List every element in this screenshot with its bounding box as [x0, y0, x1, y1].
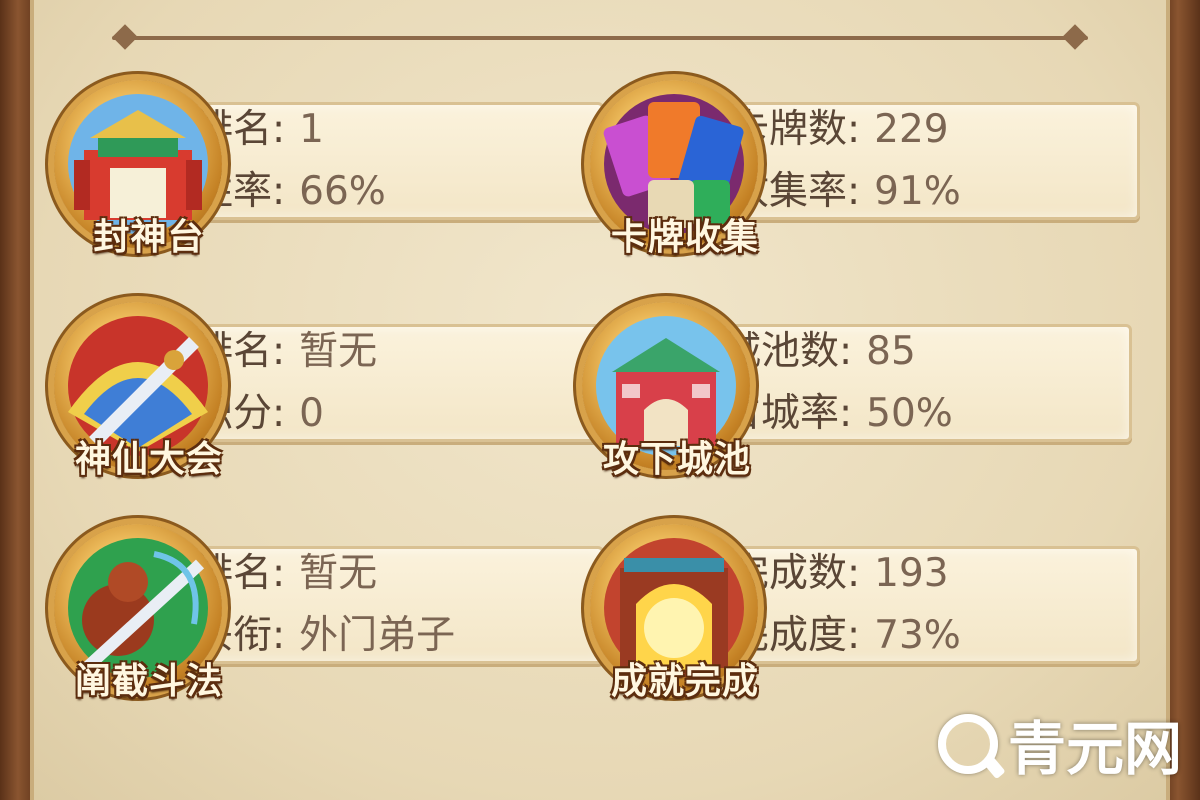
stat-value: 66%	[299, 169, 386, 214]
card-conquer-cities[interactable]: 城池数: 85 占城率: 50% 攻下城池	[582, 302, 1132, 480]
stat-value: 外门弟子	[299, 613, 456, 658]
stat-row-1: 完成数: 193	[730, 542, 949, 598]
stat-value: 50%	[866, 391, 953, 436]
card-chanjie-doufa[interactable]: 排名: 暂无 头衔: 外门弟子 阐截斗法	[54, 524, 604, 702]
stat-value: 229	[874, 107, 949, 152]
stat-value: 193	[874, 551, 949, 596]
card-fengshentai[interactable]: 排名: 1 胜率: 66% 封神台	[54, 80, 604, 258]
stat-value: 85	[866, 329, 916, 374]
card-title: 封神台	[93, 216, 205, 258]
card-title: 成就完成	[610, 660, 759, 702]
card-title: 神仙大会	[74, 438, 223, 480]
stat-value: 73%	[874, 613, 961, 658]
search-q-icon	[937, 714, 998, 774]
stat-value: 91%	[874, 169, 961, 214]
stat-value: 0	[299, 391, 324, 436]
stat-value: 1	[299, 107, 324, 152]
stat-value: 暂无	[299, 551, 378, 596]
top-divider	[112, 36, 1088, 40]
stat-value: 暂无	[299, 329, 378, 374]
stat-row-1: 城池数: 85	[722, 320, 916, 376]
watermark-text: 青元网	[1007, 715, 1182, 783]
divider-ornament-left	[112, 24, 138, 50]
card-achievements[interactable]: 完成数: 193 完成度: 73% 成就完成	[590, 524, 1140, 702]
card-title: 攻下城池	[602, 438, 751, 480]
watermark: 青元网	[937, 702, 1182, 786]
card-shenxian-dahui[interactable]: 排名: 暂无 积分: 0 神仙大会	[54, 302, 604, 480]
stats-panel: 排名: 1 胜率: 66% 封神台 卡牌数: 229 收集率: 91% 卡牌收集…	[30, 0, 1170, 800]
card-title: 阐截斗法	[74, 660, 223, 702]
card-card-collection[interactable]: 卡牌数: 229 收集率: 91% 卡牌收集	[590, 80, 1140, 258]
divider-ornament-right	[1062, 24, 1088, 50]
stat-row-1: 卡牌数: 229	[730, 98, 949, 154]
card-title: 卡牌收集	[610, 216, 759, 258]
